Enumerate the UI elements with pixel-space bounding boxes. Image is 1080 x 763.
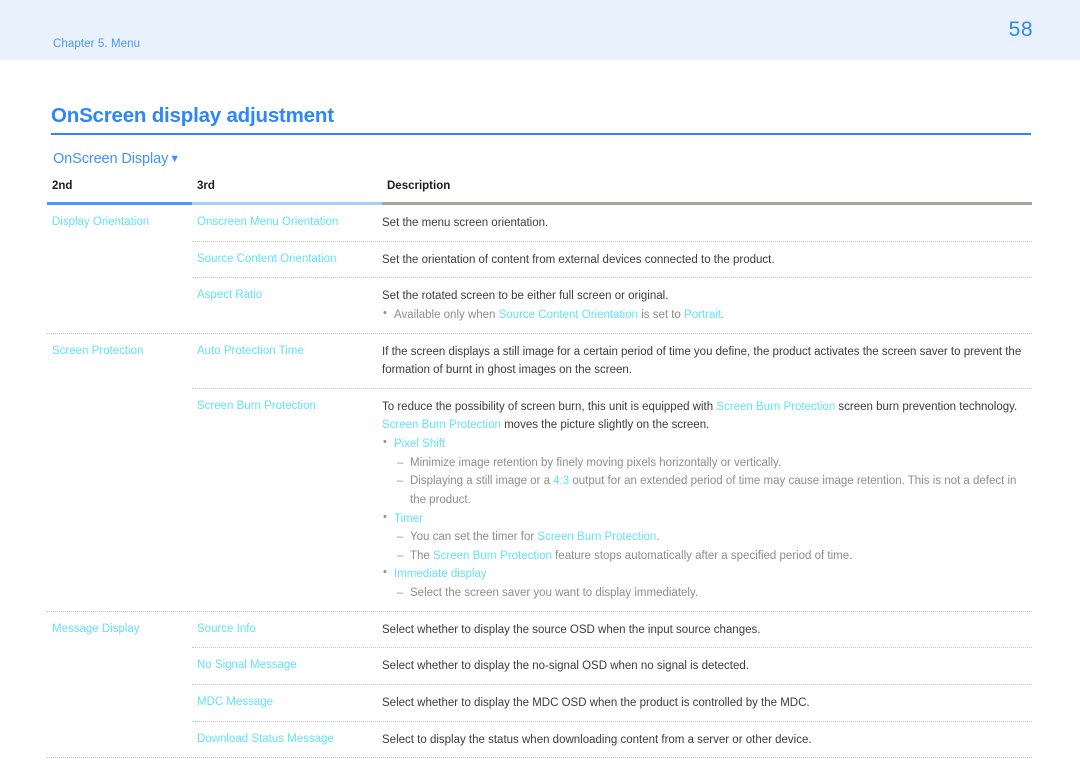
section-heading-label: OnScreen Display (53, 151, 169, 167)
table-row: Source Content Orientation Set the orien… (192, 242, 1032, 279)
group-rows: Auto Protection Time If the screen displ… (192, 334, 1032, 611)
table-group-screen-protection: Screen Protection Auto Protection Time I… (47, 334, 1032, 612)
row-description: Set the rotated screen to be either full… (382, 287, 1032, 324)
row-third-label[interactable]: Download Status Message (192, 731, 382, 750)
paragraph-text-pre: To reduce the possibility of screen burn… (382, 400, 717, 413)
row-description: Set the menu screen orientation. (382, 214, 1032, 233)
chapter-breadcrumb: Chapter 5. Menu (53, 38, 141, 50)
table-group-message-display: Message Display Source Info Select wheth… (47, 612, 1032, 759)
description-bullet: Available only when Source Content Orien… (382, 305, 1026, 325)
column-header-description: Description (387, 180, 451, 192)
description-line: Select whether to display the no-signal … (382, 660, 749, 673)
paragraph-highlight-term: Screen Burn Protection (382, 419, 501, 432)
detail-text-pre: The (410, 549, 434, 562)
description-line: Select to display the status when downlo… (382, 733, 812, 746)
row-third-label[interactable]: No Signal Message (192, 657, 382, 676)
row-third-label[interactable]: Auto Protection Time (192, 343, 382, 380)
table-row: Download Status Message Select to displa… (192, 722, 1032, 758)
column-header-3rd: 3rd (197, 180, 215, 192)
detail-text-pre: Displaying a still image or a (410, 475, 554, 488)
detail-text-pre: You can set the timer for (410, 531, 538, 544)
description-line: Set the menu screen orientation. (382, 217, 549, 229)
group-label: Screen Protection (52, 344, 144, 357)
table-row: No Signal Message Select whether to disp… (192, 648, 1032, 685)
table-row: Source Info Select whether to display th… (192, 612, 1032, 649)
row-third-label[interactable]: Source Info (192, 621, 382, 640)
table-row: Aspect Ratio Set the rotated screen to b… (192, 278, 1032, 332)
detail-text-post: feature stops automatically after a spec… (551, 549, 853, 562)
group-rows: Source Info Select whether to display th… (192, 612, 1032, 758)
row-description: Select whether to display the MDC OSD wh… (382, 694, 1032, 713)
table-header-row: 2nd 3rd Description (47, 180, 1032, 202)
row-third-label[interactable]: Onscreen Menu Orientation (192, 214, 382, 233)
row-third-label[interactable]: MDC Message (192, 694, 382, 713)
sub-feature-pixel-shift: Pixel Shift (382, 434, 1026, 454)
sub-feature-detail: Minimize image retention by finely movin… (382, 454, 1026, 473)
page-banner (0, 0, 1080, 60)
row-description: To reduce the possibility of screen burn… (382, 398, 1032, 603)
title-underline-rule (51, 133, 1031, 135)
sub-feature-immediate-display: Immediate display (382, 564, 1026, 584)
sub-feature-detail: The Screen Burn Protection feature stops… (382, 547, 1026, 566)
paragraph-text-post: screen burn prevention technology. (835, 400, 1018, 413)
paragraph-text-post: moves the picture slightly on the screen… (500, 419, 710, 432)
sub-feature-detail: Select the screen saver you want to disp… (382, 584, 1026, 603)
table-group-display-orientation: Display Orientation Onscreen Menu Orient… (47, 205, 1032, 334)
page-number: 58 (1008, 18, 1033, 41)
description-paragraph: Screen Burn Protection moves the picture… (382, 416, 1026, 435)
row-third-label[interactable]: Screen Burn Protection (192, 398, 382, 603)
bullet-text-pre: Available only when (394, 308, 499, 321)
paragraph-highlight-term: Screen Burn Protection (716, 400, 836, 413)
row-third-label[interactable]: Aspect Ratio (192, 287, 382, 324)
table-row: Screen Burn Protection To reduce the pos… (192, 389, 1032, 611)
row-description: Set the orientation of content from exte… (382, 251, 1032, 270)
description-line: Select whether to display the MDC OSD wh… (382, 696, 810, 709)
table-row: Onscreen Menu Orientation Set the menu s… (192, 205, 1032, 242)
table-row: Auto Protection Time If the screen displ… (192, 334, 1032, 389)
row-description: Select whether to display the source OSD… (382, 621, 1032, 640)
menu-options-table: 2nd 3rd Description Display Orientation … (47, 180, 1032, 759)
sub-feature-detail: Displaying a still image or a 4:3 output… (382, 472, 1026, 509)
group-rows: Onscreen Menu Orientation Set the menu s… (192, 205, 1032, 333)
description-line: Set the orientation of content from exte… (382, 253, 775, 266)
row-third-label[interactable]: Source Content Orientation (192, 251, 382, 270)
description-line: If the screen displays a still image for… (382, 345, 1022, 377)
chevron-down-icon: ▼ (169, 152, 181, 165)
page-title: OnScreen display adjustment (51, 104, 334, 127)
row-description: If the screen displays a still image for… (382, 343, 1032, 380)
detail-highlight-term: Screen Burn Protection (537, 531, 657, 544)
description-line: Set the rotated screen to be either full… (382, 290, 669, 303)
description-paragraph: To reduce the possibility of screen burn… (382, 398, 1026, 417)
detail-highlight-ratio: 4:3 (553, 475, 570, 488)
detail-highlight-term: Screen Burn Protection (433, 549, 552, 562)
table-row: MDC Message Select whether to display th… (192, 685, 1032, 722)
group-label: Message Display (52, 622, 140, 635)
section-heading-onscreen-display[interactable]: OnScreen Display▼ (53, 151, 180, 167)
bullet-text-mid: is set to (638, 308, 685, 321)
column-header-2nd: 2nd (52, 180, 73, 192)
sub-feature-detail: You can set the timer for Screen Burn Pr… (382, 528, 1026, 547)
row-description: Select whether to display the no-signal … (382, 657, 1032, 676)
row-description: Select to display the status when downlo… (382, 731, 1032, 750)
group-label: Display Orientation (52, 216, 150, 228)
sub-feature-timer: Timer (382, 509, 1026, 529)
bullet-text-post: . (721, 308, 725, 321)
description-line: Select whether to display the source OSD… (382, 623, 761, 636)
bullet-highlight-term: Source Content Orientation (498, 308, 638, 321)
detail-text-post: . (656, 531, 660, 544)
bullet-highlight-value: Portrait (684, 308, 722, 321)
